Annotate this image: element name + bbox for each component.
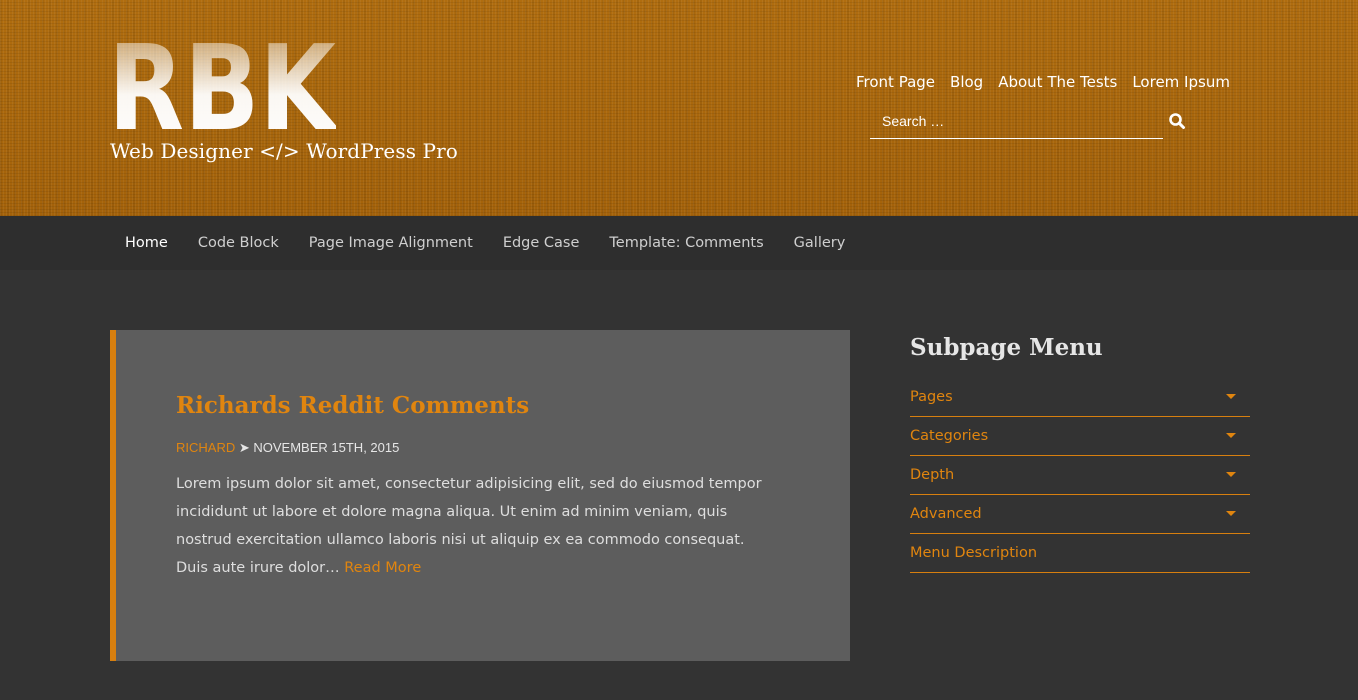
caret-down-icon[interactable]	[1226, 394, 1236, 399]
top-nav-item-blog[interactable]: Blog	[950, 73, 983, 91]
read-more-link[interactable]: Read More	[344, 560, 421, 576]
post-meta: RICHARD ➤ NOVEMBER 15TH, 2015	[176, 440, 399, 456]
logo-text: RBK	[110, 43, 336, 131]
nav-item-gallery[interactable]: Gallery	[779, 216, 861, 270]
sidebar-title: Subpage Menu	[910, 334, 1103, 361]
site-logo[interactable]: RBK	[110, 43, 336, 131]
meta-separator-icon: ➤	[238, 440, 250, 455]
site-tagline: Web Designer </> WordPress Pro	[110, 139, 458, 163]
top-nav-item-lorem-ipsum[interactable]: Lorem Ipsum	[1132, 73, 1230, 91]
nav-item-code-block[interactable]: Code Block	[183, 216, 294, 270]
post-excerpt: Lorem ipsum dolor sit amet, consectetur …	[176, 470, 776, 582]
site-header: RBK Web Designer </> WordPress Pro Front…	[0, 0, 1358, 216]
sidebar: Subpage Menu Pages Categories Depth Adva…	[910, 330, 1250, 573]
post-author[interactable]: RICHARD	[176, 440, 235, 455]
subpage-item-label: Pages	[910, 389, 953, 405]
subpage-item-label: Menu Description	[910, 545, 1038, 561]
nav-item-page-image-alignment[interactable]: Page Image Alignment	[294, 216, 488, 270]
top-nav-item-about-the-tests[interactable]: About The Tests	[998, 73, 1117, 91]
caret-down-icon[interactable]	[1226, 433, 1236, 438]
nav-item-template-comments[interactable]: Template: Comments	[594, 216, 778, 270]
post-title[interactable]: Richards Reddit Comments	[176, 392, 529, 419]
nav-item-home[interactable]: Home	[110, 216, 183, 270]
post-excerpt-text: Lorem ipsum dolor sit amet, consectetur …	[176, 476, 762, 576]
subpage-item-pages[interactable]: Pages	[910, 378, 1250, 417]
top-nav-item-front-page[interactable]: Front Page	[856, 73, 935, 91]
subpage-item-depth[interactable]: Depth	[910, 456, 1250, 495]
subpage-item-menu-description[interactable]: Menu Description	[910, 534, 1250, 573]
caret-down-icon[interactable]	[1226, 511, 1236, 516]
main-nav: Home Code Block Page Image Alignment Edg…	[0, 216, 1358, 270]
search-icon[interactable]	[1168, 112, 1186, 130]
post-card: Richards Reddit Comments RICHARD ➤ NOVEM…	[110, 330, 850, 661]
post-date: NOVEMBER 15TH, 2015	[253, 440, 400, 455]
subpage-menu: Pages Categories Depth Advanced Menu Des…	[910, 378, 1250, 573]
subpage-item-label: Advanced	[910, 506, 982, 522]
search-input[interactable]	[870, 108, 1150, 134]
search-form	[870, 108, 1163, 139]
subpage-item-advanced[interactable]: Advanced	[910, 495, 1250, 534]
subpage-item-categories[interactable]: Categories	[910, 417, 1250, 456]
nav-item-edge-case[interactable]: Edge Case	[488, 216, 595, 270]
top-nav: Front Page Blog About The Tests Lorem Ip…	[856, 73, 1230, 91]
subpage-item-label: Categories	[910, 428, 989, 444]
subpage-item-label: Depth	[910, 467, 955, 483]
caret-down-icon[interactable]	[1226, 472, 1236, 477]
